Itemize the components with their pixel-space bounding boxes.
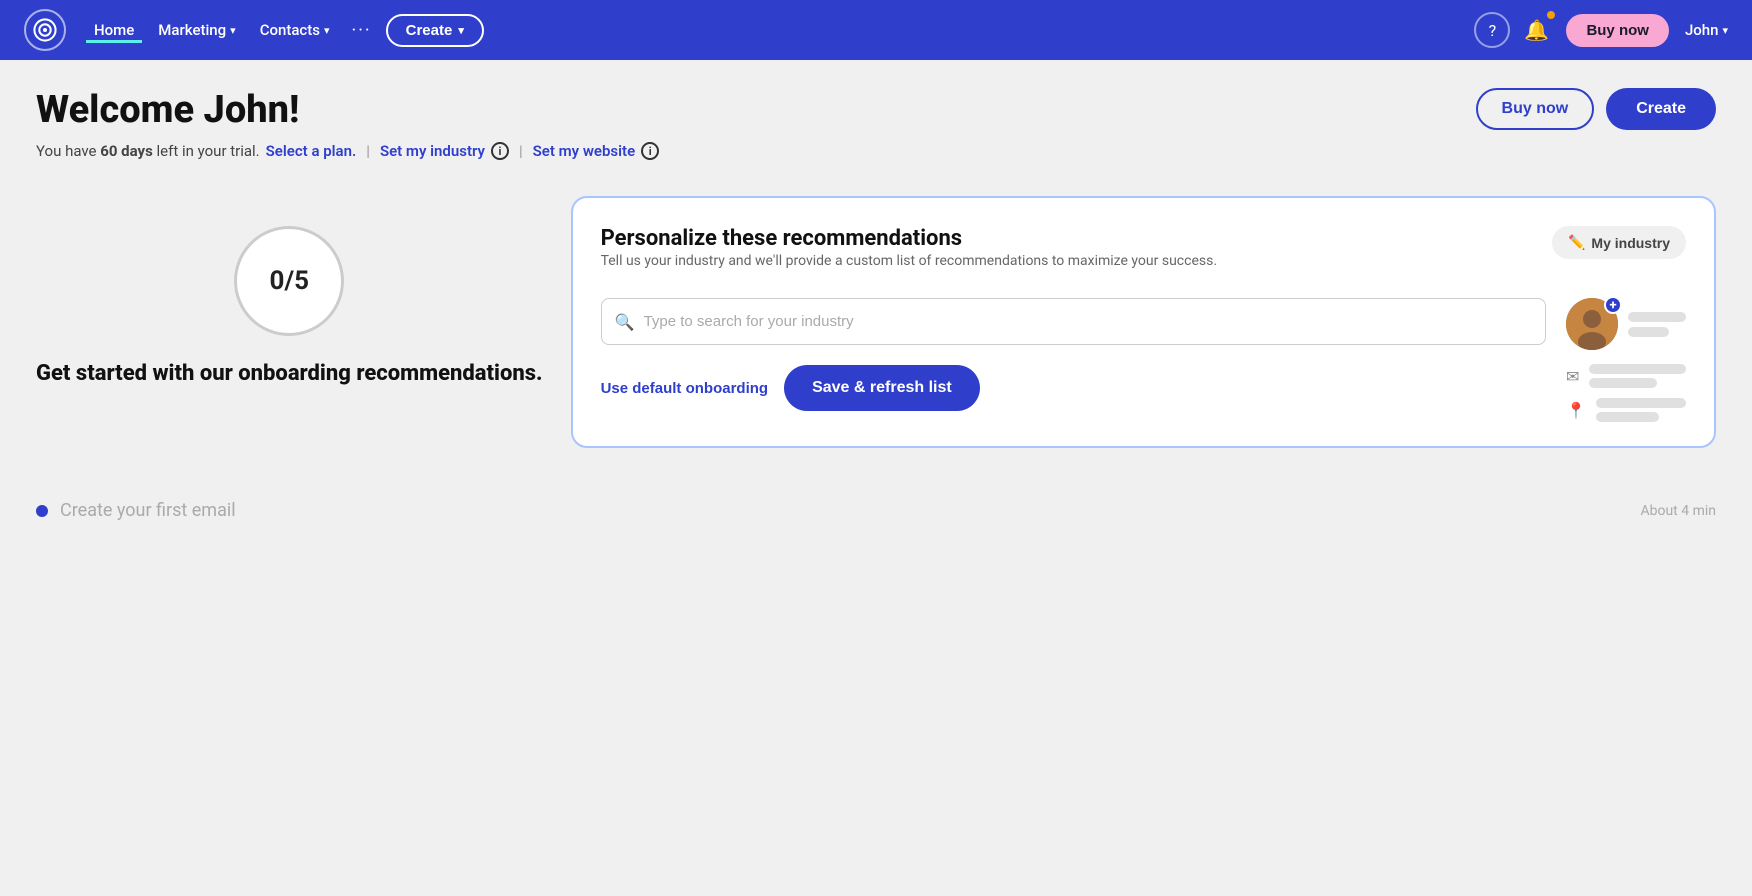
card-title: Personalize these recommendations (601, 226, 1217, 251)
header-buy-now-button[interactable]: Buy now (1476, 88, 1595, 130)
skeleton-line (1628, 327, 1669, 337)
card-header: Personalize these recommendations Tell u… (601, 226, 1686, 290)
first-email-text: Create your first email (60, 500, 236, 521)
page-title: Welcome John! (36, 88, 659, 132)
industry-search-input[interactable] (601, 298, 1546, 345)
location-icon: 📍 (1566, 401, 1586, 420)
save-refresh-button[interactable]: Save & refresh list (784, 365, 980, 411)
left-panel: 0/5 Get started with our onboarding reco… (36, 196, 543, 389)
personalize-card: Personalize these recommendations Tell u… (571, 196, 1716, 448)
chevron-down-icon: ▾ (324, 24, 330, 37)
skeleton-line (1589, 378, 1657, 388)
skeleton-lines-email (1589, 364, 1686, 388)
card-body: 🔍 Use default onboarding Save & refresh … (601, 298, 1686, 422)
progress-indicator: 0/5 (234, 226, 344, 336)
industry-info-icon[interactable]: i (491, 142, 509, 160)
website-info-icon[interactable]: i (641, 142, 659, 160)
app-logo[interactable] (24, 9, 66, 51)
skeleton-line (1589, 364, 1686, 374)
separator: | (366, 142, 370, 160)
nav-marketing[interactable]: Marketing ▾ (150, 17, 243, 43)
chevron-down-icon: ▾ (230, 24, 236, 37)
skeleton-line (1596, 398, 1686, 408)
envelope-icon: ✉ (1566, 367, 1579, 386)
header-right: Buy now Create (1476, 88, 1716, 130)
avatar: + (1566, 298, 1618, 350)
avatar-row: + (1566, 298, 1686, 350)
status-dot (36, 505, 48, 517)
card-right-preview: + ✉ 📍 (1566, 298, 1686, 422)
location-row: 📍 (1566, 398, 1686, 422)
avatar-plus-icon: + (1604, 296, 1622, 314)
header-create-button[interactable]: Create (1606, 88, 1716, 130)
header-section: Welcome John! You have 60 days left in y… (0, 60, 1752, 180)
search-container: 🔍 (601, 298, 1546, 345)
bottom-row: Create your first email About 4 min (0, 484, 1752, 537)
nav-home[interactable]: Home (86, 17, 142, 43)
email-row: ✉ (1566, 364, 1686, 388)
trial-text: You have 60 days left in your trial. (36, 142, 260, 160)
skeleton-line (1596, 412, 1659, 422)
chevron-down-icon: ▾ (458, 24, 464, 37)
bell-icon: 🔔 (1524, 18, 1549, 42)
nav-more-dots[interactable]: ··· (346, 20, 378, 41)
user-menu[interactable]: John ▾ (1685, 21, 1728, 39)
skeleton-line (1628, 312, 1686, 322)
help-button[interactable]: ? (1474, 12, 1510, 48)
search-icon: 🔍 (615, 312, 635, 331)
my-industry-button[interactable]: ✏️ My industry (1552, 226, 1686, 259)
use-default-button[interactable]: Use default onboarding (601, 380, 769, 397)
nav-contacts[interactable]: Contacts ▾ (252, 17, 338, 43)
pencil-icon: ✏️ (1568, 234, 1585, 251)
header-left: Welcome John! You have 60 days left in y… (36, 88, 659, 160)
notifications-button[interactable]: 🔔 (1518, 12, 1554, 48)
onboarding-text: Get started with our onboarding recommen… (36, 360, 543, 389)
card-subtitle: Tell us your industry and we'll provide … (601, 251, 1217, 272)
notification-dot (1546, 10, 1556, 20)
skeleton-lines-location (1596, 398, 1686, 422)
nav-buy-now-button[interactable]: Buy now (1566, 14, 1669, 47)
time-estimate: About 4 min (1640, 503, 1716, 519)
set-industry-link[interactable]: Set my industry (380, 142, 485, 160)
bottom-left: Create your first email (36, 500, 236, 521)
card-actions: Use default onboarding Save & refresh li… (601, 365, 1546, 411)
question-icon: ? (1489, 21, 1497, 40)
main-content: 0/5 Get started with our onboarding reco… (0, 180, 1752, 484)
header-subtitle: You have 60 days left in your trial. Sel… (36, 142, 659, 160)
skeleton-lines-avatar (1628, 312, 1686, 337)
card-left-content: 🔍 Use default onboarding Save & refresh … (601, 298, 1546, 422)
chevron-down-icon: ▾ (1722, 24, 1728, 37)
separator: | (519, 142, 523, 160)
nav-create-button[interactable]: Create ▾ (386, 14, 484, 47)
set-website-link[interactable]: Set my website (533, 142, 636, 160)
select-plan-link[interactable]: Select a plan. (266, 142, 357, 160)
